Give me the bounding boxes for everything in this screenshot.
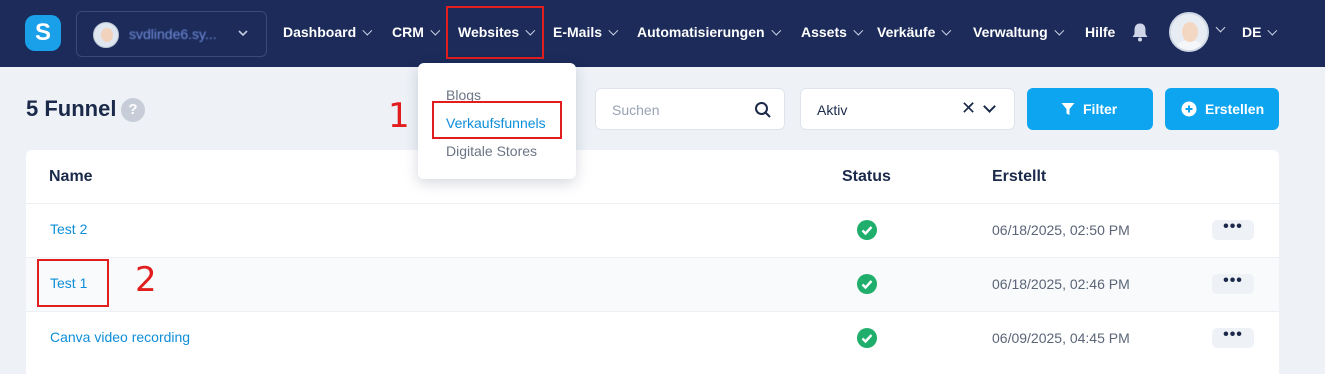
funnel-name-link[interactable]: Test 2 — [50, 221, 87, 237]
app-logo[interactable]: S — [25, 15, 61, 51]
nav-automatisierungen[interactable]: Automatisierungen — [637, 22, 781, 42]
created-date: 06/09/2025, 04:45 PM — [992, 330, 1130, 346]
chevron-down-icon — [362, 25, 373, 36]
column-header-name[interactable]: Name — [49, 168, 93, 186]
nav-label: Automatisierungen — [637, 24, 765, 40]
filter-button[interactable]: Filter — [1027, 88, 1153, 130]
search-placeholder: Suchen — [612, 102, 660, 118]
table-row: Canva video recording 06/09/2025, 04:45 … — [26, 311, 1279, 365]
clear-icon[interactable]: ✕ — [961, 98, 976, 119]
menu-item-digitale-stores[interactable]: Digitale Stores — [446, 143, 537, 159]
check-circle-icon — [857, 328, 877, 348]
plus-circle-icon — [1181, 101, 1197, 117]
chevron-down-icon — [853, 25, 864, 36]
status-filter-select[interactable]: Aktiv ✕ — [800, 88, 1015, 130]
account-name: svdlinde6.sy... — [129, 26, 217, 42]
account-avatar — [93, 22, 119, 48]
language-switcher[interactable]: DE — [1242, 22, 1278, 42]
chevron-down-icon[interactable] — [1215, 22, 1226, 33]
nav-label: E-Mails — [553, 24, 603, 40]
chevron-down-icon — [983, 100, 996, 113]
table-row: Test 2 06/18/2025, 02:50 PM ••• — [26, 203, 1279, 257]
annotation-highlight-websites — [446, 6, 544, 59]
chevron-down-icon — [1267, 25, 1278, 36]
top-navigation-bar: S svdlinde6.sy... Dashboard CRM Websites… — [0, 0, 1325, 67]
chevron-down-icon — [237, 26, 249, 42]
column-header-status[interactable]: Status — [842, 168, 891, 186]
create-button-label: Erstellen — [1205, 101, 1265, 117]
filter-icon — [1061, 103, 1075, 115]
chevron-down-icon — [430, 25, 441, 36]
annotation-highlight-verkaufsfunnels — [432, 101, 562, 139]
row-actions-button[interactable]: ••• — [1212, 273, 1254, 294]
nav-emails[interactable]: E-Mails — [553, 22, 619, 42]
search-input[interactable]: Suchen — [595, 88, 785, 130]
user-avatar[interactable] — [1169, 12, 1209, 52]
account-switcher[interactable]: svdlinde6.sy... — [76, 11, 267, 57]
nav-label: Verkäufe — [877, 24, 936, 40]
bell-icon[interactable] — [1131, 22, 1149, 42]
table-row: Test 1 06/18/2025, 02:46 PM ••• — [26, 257, 1279, 311]
column-header-created[interactable]: Erstellt — [992, 168, 1046, 186]
page-title: 5 Funnel — [26, 96, 117, 121]
annotation-highlight-test-1 — [37, 259, 109, 307]
nav-label: Verwaltung — [973, 24, 1048, 40]
nav-verwaltung[interactable]: Verwaltung — [973, 22, 1064, 42]
chevron-down-icon — [770, 25, 781, 36]
nav-label: CRM — [392, 24, 424, 40]
created-date: 06/18/2025, 02:50 PM — [992, 222, 1130, 238]
status-filter-value: Aktiv — [817, 102, 848, 118]
row-actions-button[interactable]: ••• — [1212, 327, 1254, 348]
nav-label: Dashboard — [283, 24, 357, 40]
funnel-table: Name Status Erstellt Test 2 06/18/2025, … — [26, 150, 1279, 374]
check-circle-icon — [857, 220, 877, 240]
search-icon — [755, 102, 771, 118]
filter-button-label: Filter — [1083, 101, 1118, 117]
create-button[interactable]: Erstellen — [1165, 88, 1279, 130]
nav-label: Assets — [801, 24, 847, 40]
check-circle-icon — [857, 274, 877, 294]
avatar-face — [1182, 22, 1198, 42]
language-label: DE — [1242, 24, 1262, 40]
nav-label: Hilfe — [1085, 24, 1116, 40]
funnel-name-link[interactable]: Canva video recording — [50, 329, 190, 345]
annotation-step-2: 2 — [135, 260, 157, 300]
created-date: 06/18/2025, 02:46 PM — [992, 276, 1130, 292]
chevron-down-icon — [608, 25, 619, 36]
nav-hilfe[interactable]: Hilfe — [1085, 22, 1115, 42]
chevron-down-icon — [1054, 25, 1064, 36]
nav-verkaeufe[interactable]: Verkäufe — [877, 22, 952, 42]
annotation-step-1: 1 — [388, 96, 410, 136]
row-actions-button[interactable]: ••• — [1212, 219, 1254, 240]
nav-dashboard[interactable]: Dashboard — [283, 22, 373, 42]
nav-crm[interactable]: CRM — [392, 22, 441, 42]
chevron-down-icon — [941, 25, 952, 36]
help-icon[interactable]: ? — [121, 98, 145, 122]
nav-assets[interactable]: Assets — [801, 22, 864, 42]
